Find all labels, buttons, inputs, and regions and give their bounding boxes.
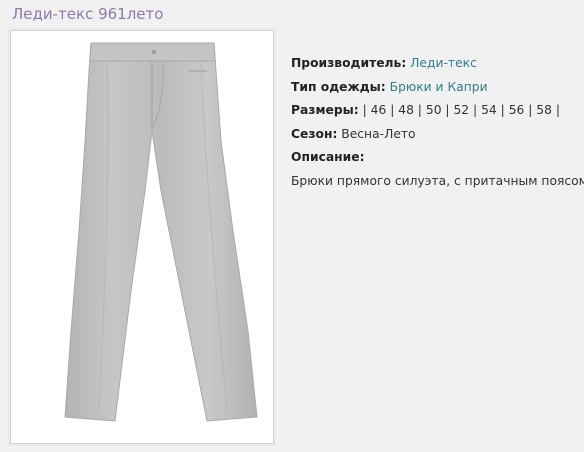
season-row: Сезон: Весна-Лето [291, 123, 584, 147]
description-text: Брюки прямого силуэта, с притачным поясо… [291, 173, 584, 188]
season-label: Сезон: [291, 126, 338, 141]
product-details: Производитель: Леди-текс Тип одежды: Брю… [291, 52, 584, 193]
clothing-type-row: Тип одежды: Брюки и Капри [291, 76, 584, 100]
season-value: Весна-Лето [341, 126, 416, 141]
manufacturer-row: Производитель: Леди-текс [291, 52, 584, 76]
clothing-type-label: Тип одежды: [291, 79, 386, 94]
product-photo[interactable] [10, 30, 274, 444]
trousers-icon [64, 42, 258, 422]
clothing-type-link[interactable]: Брюки и Капри [390, 80, 488, 94]
product-title: Леди-текс 961лето [12, 5, 164, 23]
manufacturer-label: Производитель: [291, 56, 407, 70]
manufacturer-link[interactable]: Леди-текс [410, 56, 477, 70]
description-label: Описание: [291, 150, 365, 164]
sizes-row: Размеры: | 46 | 48 | 50 | 52 | 54 | 56 |… [291, 99, 584, 123]
sizes-label: Размеры: [291, 103, 359, 117]
description-label-row: Описание: [291, 146, 584, 170]
sizes-value: | 46 | 48 | 50 | 52 | 54 | 56 | 58 | [358, 103, 560, 117]
